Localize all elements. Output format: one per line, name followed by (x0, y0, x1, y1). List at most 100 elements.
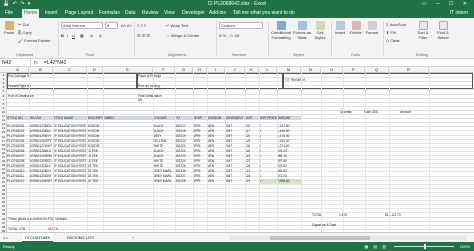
table-cell: EF EDUCATION FIRST (53, 179, 87, 183)
tab-formulas[interactable]: Formulas (97, 9, 122, 18)
italic-button[interactable]: I (67, 33, 68, 38)
cell-styles-button[interactable]: Cell Styles (312, 21, 328, 40)
place-receipt-label: Place of Receipt (138, 74, 162, 78)
worksheet-grid[interactable]: ABCDEFGHIJKLMNOPQR 1 2 3 4 5 6 7 8 9 10 11 12 13 14 15… (0, 67, 474, 232)
delete-cells-button[interactable]: Delete (349, 21, 363, 36)
borders-icon[interactable]: ▦ (80, 33, 84, 38)
format-as-table-button[interactable]: Format as Table (293, 21, 311, 40)
tab-data[interactable]: Data (123, 9, 138, 18)
gridline (7, 224, 474, 226)
table-cell: HOODIE (87, 129, 100, 133)
sort-filter-button[interactable]: Sort & Filter (414, 21, 432, 40)
table-cell: EF EDUCATION FIRST (53, 144, 87, 148)
table-cell: EF EDUCATION FIRST (53, 124, 87, 128)
find-select-button[interactable]: Find & Select (434, 21, 452, 40)
copy-button[interactable]: ⎘ Copy (18, 30, 32, 35)
horizontal-scrollbar[interactable] (230, 236, 466, 240)
bold-button[interactable]: B (61, 33, 64, 38)
table-cell: $ (259, 134, 277, 138)
wrap-text-button[interactable]: ↵ Wrap Text (166, 23, 188, 28)
name-box[interactable]: N42 (0, 59, 31, 67)
port-loading-label: Port of Loading (138, 84, 160, 88)
table-cell: KNIT (225, 179, 233, 183)
table-cell: PLCR18304 (7, 139, 25, 143)
table-header-cell: DIVISION (207, 116, 225, 120)
tab-developer[interactable]: Developer (180, 9, 207, 18)
fill-button[interactable]: ⬇ Fill (386, 30, 396, 35)
font-grow-shrink-icon[interactable]: A˄ A˅ (121, 23, 132, 28)
table-cell: 302217 (175, 124, 186, 128)
number-format-select[interactable]: Custom (219, 22, 263, 29)
gridline (225, 73, 226, 232)
zoom-slider[interactable] (394, 244, 454, 249)
clipboard-icon (4, 21, 14, 30)
currency-icon[interactable]: $ % , .0 .00 (219, 33, 239, 38)
excel-window: 💾 ↶ ↷ ▾ CI PL2068642.xlsx - Excel ▭ ─ ☐ … (0, 0, 474, 251)
zoom-level[interactable]: 100% (460, 242, 470, 251)
separator (216, 21, 217, 56)
tab-file[interactable]: File (3, 9, 15, 18)
table-cell: 1,274.00 (277, 144, 290, 148)
table-cell: MEN (207, 134, 215, 138)
table-cell: 578.20 (277, 149, 287, 153)
rate-label: Rate USD (364, 110, 379, 114)
zoom-thumb[interactable] (424, 244, 426, 249)
table-cell: PLCR18306 (7, 149, 25, 153)
table-header-cell: PO (175, 116, 193, 120)
tab-insert[interactable]: Insert (43, 9, 60, 18)
table-cell: AGR50128BLU (29, 149, 51, 153)
tab-home[interactable]: Home (22, 9, 40, 18)
table-cell: SPRI (193, 174, 201, 178)
table-cell: $ (259, 149, 277, 153)
tab-view[interactable]: View (162, 9, 177, 18)
table-cell: EF EDUCATION FIRST (53, 159, 87, 163)
amount-label: Amount (400, 110, 411, 114)
tab-add-ins[interactable]: Add-ins (207, 9, 228, 18)
table-cell: SPRI (193, 144, 201, 148)
font-color-icon[interactable]: A (99, 33, 102, 38)
table-cell: AGR50124BLK (29, 129, 51, 133)
formula-bar: N42 fx =L42*N42 (0, 59, 474, 67)
autosum-button[interactable]: Σ AutoSum (386, 22, 406, 27)
table-cell: $ (259, 139, 277, 143)
table-cell: 1,146.60 (277, 129, 290, 133)
user-name[interactable]: IT intern (448, 9, 470, 18)
scroll-thumb[interactable] (270, 236, 370, 240)
tell-me-box[interactable]: Tell me what you want to do (231, 9, 297, 18)
merge-center-button[interactable]: ⇔ Merge & Center (166, 33, 199, 38)
conditional-formatting-button[interactable]: Conditional Formatting (270, 21, 292, 40)
view-mode-icons[interactable]: ▦ ▤ ▥ (364, 242, 388, 251)
gridline (7, 216, 474, 218)
table-cell: KNIT (225, 144, 233, 148)
sheet-tab-ci-customs[interactable]: CI CUSTOMS (22, 233, 54, 242)
table-cell: KNIT (225, 174, 233, 178)
sheet-tab-packing-list[interactable]: PACKING LIST (64, 233, 97, 242)
format-cells-button[interactable]: Format (365, 21, 379, 36)
tab-review[interactable]: Review (140, 9, 160, 18)
font-name-select[interactable]: Arial Narrow (61, 22, 103, 29)
tab-page-layout[interactable]: Page Layout (63, 9, 95, 18)
cell-area[interactable]: Pre-Carriage by Place of Receipt T/T PAY… (7, 73, 474, 232)
fill-color-icon[interactable]: ◆ (90, 33, 93, 38)
insert-cells-button[interactable]: Insert (333, 21, 347, 36)
gridline (153, 73, 154, 232)
align-top-icon[interactable]: ≡ ≡ ≡ (137, 23, 146, 28)
formula-input[interactable]: =L42*N42 (44, 59, 66, 67)
table-cell: 1,127.00 (277, 124, 290, 128)
underline-button[interactable]: U (72, 33, 75, 38)
table-cell: PLCR18305 (7, 144, 25, 148)
paste-button[interactable]: Paste (2, 21, 16, 36)
format-painter-button[interactable]: 🖌 Format Painter (18, 38, 51, 43)
window-controls[interactable]: ▭ ─ ☐ ✕ (422, 0, 471, 9)
table-cell: MEN (207, 149, 215, 153)
font-size-select[interactable]: 8 (105, 22, 118, 29)
clear-button[interactable]: ◇ Clear (386, 38, 400, 43)
table-cell: 302224 (175, 159, 186, 163)
table-icon (297, 21, 307, 30)
align-left-icon[interactable]: ☰ ☰ ☰ (137, 33, 150, 38)
title-bar: 💾 ↶ ↷ ▾ CI PL2068642.xlsx - Excel ▭ ─ ☐ … (0, 0, 474, 9)
table-cell: KNIT (225, 124, 233, 128)
table-cell: PLCR18307 (7, 154, 25, 158)
cut-button[interactable]: ✂ Cut (18, 22, 29, 27)
fx-icon[interactable]: fx (34, 59, 38, 67)
